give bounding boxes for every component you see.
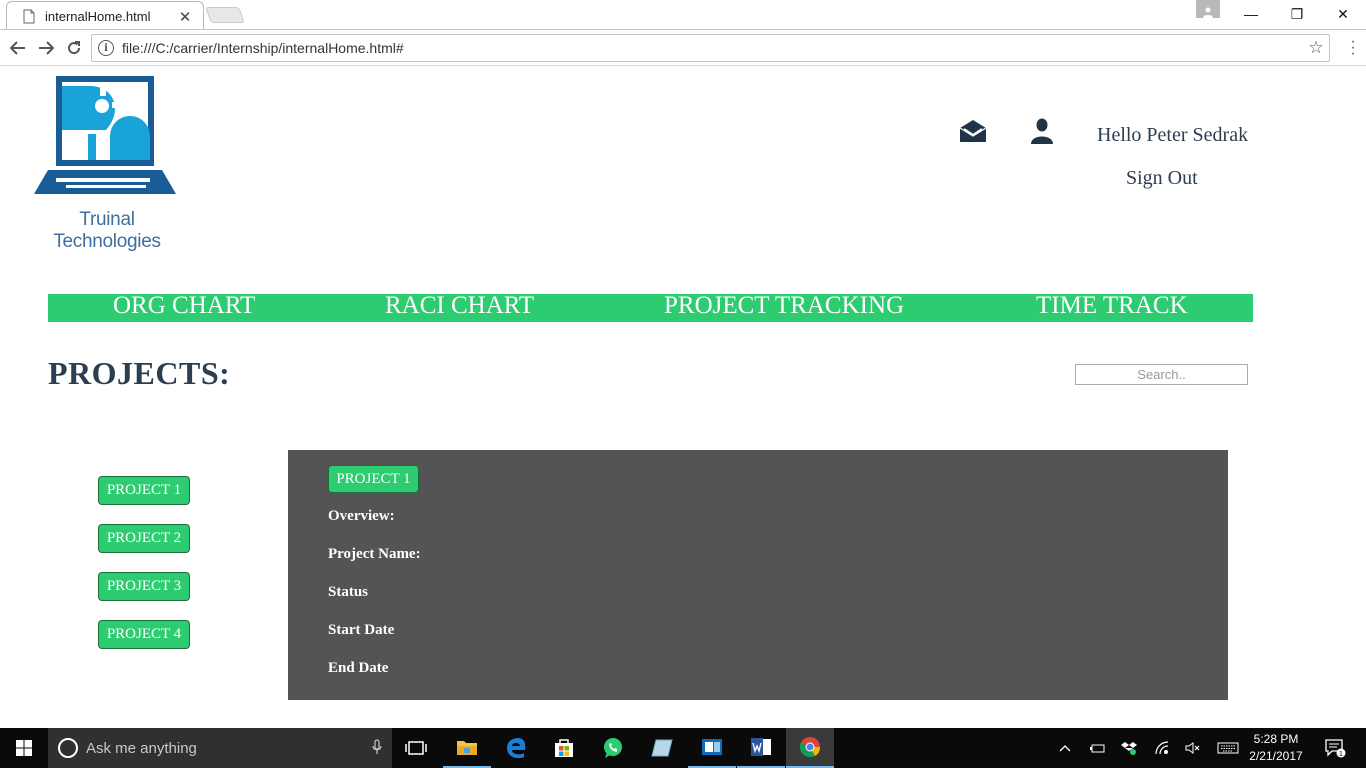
nav-raci-chart[interactable]: RACI CHART	[385, 292, 534, 320]
project-3-button[interactable]: PROJECT 3	[98, 572, 190, 601]
clock-date: 2/21/2017	[1249, 749, 1303, 763]
laptop-gear-logo-icon	[34, 76, 176, 194]
windows-taskbar: Ask me anything 5:28 PM 2/21/2017 1	[0, 728, 1366, 768]
nav-time-track[interactable]: TIME TRACK	[1036, 292, 1188, 320]
browser-tab[interactable]: internalHome.html ✕	[6, 1, 204, 31]
forward-arrow-icon[interactable]	[35, 37, 57, 59]
new-tab-button[interactable]	[205, 7, 245, 23]
restore-button[interactable]: ❐	[1274, 0, 1320, 28]
bookmark-star-icon[interactable]: ☆	[1303, 38, 1329, 58]
reload-icon[interactable]	[63, 37, 85, 59]
status-label: Status	[328, 584, 369, 600]
mail-icon[interactable]	[959, 119, 987, 143]
dropbox-icon[interactable]	[1118, 728, 1140, 768]
back-arrow-icon[interactable]	[7, 37, 29, 59]
project-4-button[interactable]: PROJECT 4	[98, 620, 190, 649]
clock-time: 5:28 PM	[1253, 732, 1299, 746]
action-center-icon[interactable]: 1	[1318, 728, 1352, 768]
microphone-icon[interactable]	[362, 738, 392, 758]
selected-project-button[interactable]: PROJECT 1	[328, 465, 419, 493]
wifi-icon[interactable]	[1152, 728, 1172, 768]
person-icon	[1203, 7, 1213, 18]
logo-text: Truinal Technologies	[53, 209, 161, 252]
title-bar: internalHome.html ✕ — ❐ ✕	[0, 0, 1366, 31]
chrome-menu-icon[interactable]: · · ·	[1348, 34, 1358, 62]
system-clock[interactable]: 5:28 PM 2/21/2017	[1244, 731, 1308, 765]
windows-start-icon[interactable]	[0, 728, 48, 768]
volume-muted-icon[interactable]	[1182, 728, 1204, 768]
store-icon[interactable]	[540, 728, 588, 768]
page-content: Truinal Technologies Hello Peter Sedrak …	[0, 66, 1366, 728]
edge-browser-icon[interactable]	[492, 728, 540, 768]
window-controls: — ❐ ✕	[1228, 0, 1366, 28]
start-date-label: Start Date	[328, 622, 395, 638]
user-profile-icon[interactable]	[1030, 118, 1054, 144]
show-hidden-icons-chevron-icon[interactable]	[1056, 728, 1074, 768]
notes-app-icon[interactable]	[638, 728, 686, 768]
company-logo[interactable]: Truinal Technologies	[26, 74, 188, 252]
notification-count: 1	[1339, 751, 1343, 758]
battery-plug-icon[interactable]	[1086, 728, 1108, 768]
project-detail-panel: PROJECT 1 Overview: Project Name: Status…	[288, 450, 1228, 700]
word-icon[interactable]	[737, 728, 785, 768]
close-window-button[interactable]: ✕	[1320, 0, 1366, 28]
tab-close-icon[interactable]: ✕	[173, 8, 197, 26]
cortana-search-box[interactable]: Ask me anything	[48, 728, 392, 768]
outlook-icon[interactable]	[688, 728, 736, 768]
file-explorer-icon[interactable]	[443, 728, 491, 768]
project-name-label: Project Name:	[328, 546, 421, 562]
sign-out-link[interactable]: Sign Out	[1126, 167, 1198, 190]
main-nav-bar: ORG CHART RACI CHART PROJECT TRACKING TI…	[48, 292, 1253, 322]
nav-org-chart[interactable]: ORG CHART	[113, 292, 255, 320]
profile-button[interactable]	[1196, 0, 1220, 18]
nav-project-tracking[interactable]: PROJECT TRACKING	[664, 292, 904, 320]
search-input[interactable]: Search..	[1075, 364, 1248, 385]
browser-window: internalHome.html ✕ — ❐ ✕ i file:///C:/c…	[0, 0, 1366, 768]
project-1-button[interactable]: PROJECT 1	[98, 476, 190, 505]
overview-label: Overview:	[328, 508, 395, 524]
address-bar[interactable]: i file:///C:/carrier/Internship/internal…	[91, 34, 1330, 62]
project-2-button[interactable]: PROJECT 2	[98, 524, 190, 553]
whatsapp-icon[interactable]	[589, 728, 637, 768]
keyboard-icon[interactable]	[1214, 728, 1242, 768]
cortana-search-text: Ask me anything	[86, 739, 197, 757]
url-text[interactable]: file:///C:/carrier/Internship/internalHo…	[122, 40, 1303, 56]
document-icon	[23, 9, 35, 24]
user-greeting: Hello Peter Sedrak	[1097, 124, 1249, 146]
minimize-button[interactable]: —	[1228, 0, 1274, 28]
task-view-icon[interactable]	[392, 728, 440, 768]
browser-toolbar: i file:///C:/carrier/Internship/internal…	[0, 29, 1366, 66]
projects-heading: PROJECTS:	[48, 355, 231, 391]
end-date-label: End Date	[328, 660, 389, 676]
info-icon[interactable]: i	[98, 40, 114, 56]
cortana-icon	[58, 738, 78, 758]
chrome-icon[interactable]	[786, 728, 834, 768]
tab-title: internalHome.html	[45, 9, 151, 24]
